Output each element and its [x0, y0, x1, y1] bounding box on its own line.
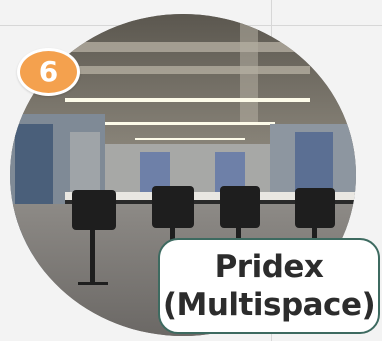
location-subtitle: (Multispace) — [162, 287, 376, 323]
step-number-badge: 6 — [17, 48, 80, 96]
location-name: Pridex — [214, 249, 324, 285]
location-label-card: Pridex (Multispace) — [158, 238, 380, 334]
